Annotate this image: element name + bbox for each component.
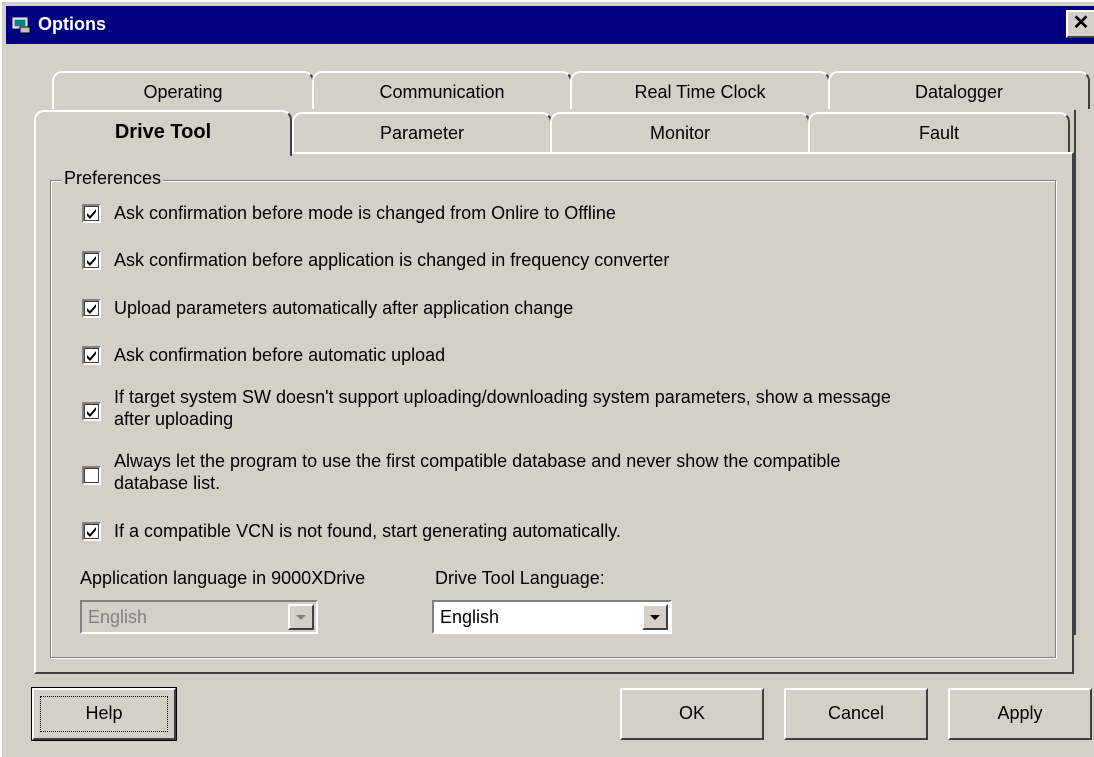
option-label: If a compatible VCN is not found, start … bbox=[114, 521, 621, 541]
tab-label: Communication bbox=[379, 82, 505, 102]
tab-label: Operating bbox=[143, 82, 223, 102]
check-icon bbox=[87, 407, 96, 417]
tab-operating[interactable]: Operating bbox=[52, 71, 314, 109]
tab-fault[interactable]: Fault bbox=[808, 112, 1070, 152]
checkbox[interactable] bbox=[82, 402, 101, 421]
help-label: Help bbox=[85, 703, 123, 723]
drive-tool-language-label: Drive Tool Language: bbox=[435, 568, 605, 588]
tab-drive-tool[interactable]: Drive Tool bbox=[34, 110, 292, 156]
apply-button[interactable]: Apply bbox=[948, 688, 1092, 740]
check-icon bbox=[87, 256, 96, 266]
cancel-label: Cancel bbox=[827, 703, 885, 723]
close-icon: ✕ bbox=[1072, 12, 1090, 34]
app-icon bbox=[12, 15, 32, 35]
title-bar[interactable]: Options ✕ bbox=[6, 6, 1094, 44]
option-label: Ask confirmation before automatic upload bbox=[114, 345, 446, 365]
preferences-label: Preferences bbox=[62, 168, 164, 189]
tab-monitor[interactable]: Monitor bbox=[550, 112, 810, 152]
checkbox[interactable] bbox=[82, 251, 101, 270]
option-label: Ask confirmation before mode is changed … bbox=[114, 203, 616, 223]
check-icon bbox=[87, 351, 96, 361]
tab-label: Monitor bbox=[649, 123, 711, 143]
checkbox[interactable] bbox=[82, 299, 101, 318]
apply-label: Apply bbox=[997, 703, 1043, 723]
options-dialog: Options ✕ Operating Communication Real T… bbox=[0, 0, 1094, 757]
app-language-value: English bbox=[88, 607, 148, 627]
close-button[interactable]: ✕ bbox=[1066, 10, 1094, 38]
option-label-line1: If target system SW doesn't support uplo… bbox=[114, 387, 891, 407]
help-button[interactable]: Help bbox=[31, 687, 177, 741]
option-label-line2: database list. bbox=[114, 473, 221, 493]
window-title: Options bbox=[38, 14, 106, 34]
tab-label: Real Time Clock bbox=[634, 82, 766, 102]
app-language-label: Application language in 9000XDrive bbox=[80, 568, 366, 588]
check-icon bbox=[87, 209, 96, 219]
option-label: Ask confirmation before application is c… bbox=[114, 250, 670, 270]
tab-parameter[interactable]: Parameter bbox=[292, 112, 552, 152]
chevron-down-icon bbox=[296, 615, 306, 620]
option-label-line2: after uploading bbox=[114, 409, 234, 429]
app-language-select: English bbox=[80, 600, 318, 634]
chevron-down-icon bbox=[650, 615, 660, 620]
tab-label: Parameter bbox=[379, 123, 465, 143]
tab-label: Fault bbox=[918, 123, 960, 143]
checkbox[interactable] bbox=[82, 346, 101, 365]
drive-tool-language-select[interactable]: English bbox=[432, 600, 672, 634]
ok-button[interactable]: OK bbox=[620, 688, 764, 740]
tab-real-time-clock[interactable]: Real Time Clock bbox=[570, 71, 830, 109]
ok-label: OK bbox=[678, 703, 705, 723]
drive-tool-language-value: English bbox=[440, 607, 500, 627]
dropdown-button bbox=[288, 604, 314, 630]
tab-datalogger[interactable]: Datalogger bbox=[828, 71, 1090, 109]
option-label-line1: Always let the program to use the first … bbox=[114, 451, 841, 471]
option-label: Upload parameters automatically after ap… bbox=[114, 298, 574, 318]
cancel-button[interactable]: Cancel bbox=[784, 688, 928, 740]
checkbox[interactable] bbox=[82, 466, 101, 485]
tab-label: Drive Tool bbox=[114, 121, 212, 143]
dropdown-button[interactable] bbox=[642, 604, 668, 630]
check-icon bbox=[87, 527, 96, 537]
checkbox[interactable] bbox=[82, 204, 101, 223]
check-icon bbox=[87, 304, 96, 314]
checkbox[interactable] bbox=[82, 522, 101, 541]
tab-label: Datalogger bbox=[914, 82, 1004, 102]
tab-communication[interactable]: Communication bbox=[312, 71, 572, 109]
